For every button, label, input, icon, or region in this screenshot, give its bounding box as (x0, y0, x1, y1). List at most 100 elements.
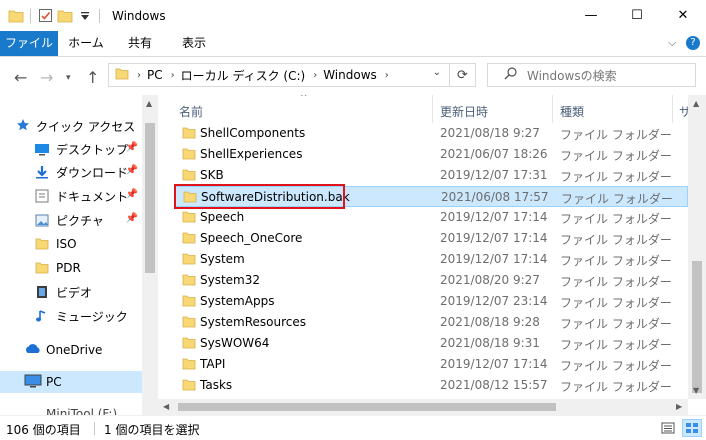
breadcrumb-separator-icon[interactable]: › (137, 70, 141, 81)
file-type: ファイル フォルダー (561, 192, 673, 206)
table-row[interactable]: Speech 2019/12/07 17:14 ファイル フォルダー (174, 207, 688, 228)
tab-view[interactable]: 表示 (170, 31, 218, 56)
status-bar: 106 個の項目 1 個の項目を選択 (0, 415, 706, 440)
table-row[interactable]: Speech_OneCore 2019/12/07 17:14 ファイル フォルダー (174, 228, 688, 249)
table-row[interactable]: System32 2021/08/20 9:27 ファイル フォルダー (174, 270, 688, 291)
close-button[interactable]: ✕ (660, 0, 706, 31)
forward-arrow-icon[interactable]: → (40, 68, 53, 87)
title-divider-2 (99, 8, 100, 23)
pin-icon[interactable]: 📌 (126, 165, 138, 176)
sidebar-item-desktop[interactable]: デスクトップ 📌 (0, 138, 142, 160)
column-type[interactable]: 種類 (560, 103, 584, 120)
download-icon (34, 165, 50, 179)
search-input[interactable]: Windowsの検索 (487, 63, 696, 87)
sidebar-item-pdr[interactable]: PDR (0, 257, 142, 279)
folder-icon (182, 169, 196, 181)
table-row[interactable]: SystemApps 2019/12/07 23:14 ファイル フォルダー (174, 291, 688, 312)
horizontal-scroll-thumb[interactable] (178, 403, 556, 411)
nav-onedrive[interactable]: OneDrive (0, 339, 142, 361)
close-icon: ✕ (677, 8, 689, 23)
expand-ribbon-icon[interactable]: ⌵ (668, 36, 676, 50)
folder-icon (182, 274, 196, 286)
breadcrumb-local-disk[interactable]: ローカル ディスク (C:) (181, 67, 306, 84)
file-date: 2021/06/07 18:26 (440, 147, 548, 161)
file-type: ファイル フォルダー (560, 170, 672, 184)
folder-icon (34, 237, 50, 251)
scroll-left-icon[interactable]: ◀ (163, 402, 169, 411)
table-row[interactable]: SKB 2019/12/07 17:31 ファイル フォルダー (174, 165, 688, 186)
tab-share[interactable]: 共有 (116, 31, 164, 56)
folder-location-icon (115, 68, 129, 83)
table-row[interactable]: ShellExperiences 2021/06/07 18:26 ファイル フォル… (174, 144, 688, 165)
breadcrumb-windows[interactable]: Windows (323, 68, 377, 82)
column-divider[interactable] (552, 95, 553, 123)
minimize-button[interactable]: — (568, 0, 614, 31)
nav-minitool[interactable]: MiniTool (F:) (0, 403, 142, 415)
sidebar-item-pictures[interactable]: ピクチャ 📌 (0, 209, 142, 231)
address-history-dropdown-icon[interactable]: ⌄ (433, 67, 441, 78)
folder-icon (182, 232, 196, 244)
help-icon[interactable]: ? (686, 36, 700, 50)
sidebar-item-music[interactable]: ミュージック (0, 305, 142, 327)
scroll-right-icon[interactable]: ▶ (676, 402, 682, 411)
table-row[interactable]: SystemResources 2021/08/18 9:28 ファイル フォルダー (174, 312, 688, 333)
pin-icon[interactable]: 📌 (126, 142, 138, 153)
nav-quick-access[interactable]: クイック アクセス (0, 115, 142, 137)
desktop-icon (34, 142, 50, 156)
scroll-up-icon[interactable]: ▲ (693, 99, 699, 108)
file-type: ファイル フォルダー (560, 254, 672, 268)
file-name: System32 (200, 273, 261, 287)
picture-icon (34, 213, 50, 227)
nav-pc[interactable]: PC (0, 371, 142, 393)
large-icons-view-button[interactable] (682, 419, 702, 437)
horizontal-scrollbar[interactable]: ◀ ▶ (158, 399, 688, 415)
breadcrumb-pc[interactable]: PC (147, 68, 163, 82)
navigation-pane: クイック アクセス デスクトップ 📌 ダウンロード 📌 ドキュメント 📌 ピクチ… (0, 95, 158, 415)
nav-label: ビデオ (56, 285, 93, 300)
column-name[interactable]: 名前 (179, 103, 203, 120)
file-name: ShellExperiences (200, 147, 303, 161)
table-row[interactable]: TAPI 2019/12/07 17:14 ファイル フォルダー (174, 354, 688, 375)
up-arrow-icon[interactable]: ↑ (86, 68, 99, 87)
table-row[interactable]: System 2019/12/07 17:14 ファイル フォルダー (174, 249, 688, 270)
sidebar-item-documents[interactable]: ドキュメント 📌 (0, 185, 142, 207)
column-divider[interactable] (672, 95, 673, 123)
tab-home[interactable]: ホーム (62, 31, 110, 56)
tab-file[interactable]: ファイル (0, 31, 58, 56)
column-divider[interactable] (432, 95, 433, 123)
breadcrumb-separator-icon[interactable]: › (171, 70, 175, 81)
vertical-scroll-thumb[interactable] (692, 261, 702, 393)
nav-scrollbar[interactable]: ▲ (142, 95, 158, 415)
column-date[interactable]: 更新日時 (440, 103, 488, 120)
vertical-scrollbar[interactable]: ▲ ▼ (688, 95, 706, 399)
quick-access-dropdown-icon[interactable] (77, 8, 93, 24)
sidebar-item-downloads[interactable]: ダウンロード 📌 (0, 161, 142, 183)
scroll-up-icon[interactable]: ▲ (146, 99, 152, 108)
maximize-button[interactable]: ☐ (614, 0, 660, 31)
nav-label: デスクトップ (56, 142, 129, 157)
folder-icon (34, 261, 50, 275)
table-row[interactable]: Tasks 2021/08/12 15:57 ファイル フォルダー (174, 375, 688, 396)
new-folder-icon[interactable] (57, 8, 73, 24)
breadcrumb-separator-icon[interactable]: › (313, 70, 317, 81)
breadcrumb-separator-icon[interactable]: › (385, 70, 389, 81)
folder-app-icon (8, 8, 24, 24)
scroll-down-icon[interactable]: ▼ (693, 386, 699, 395)
details-view-icon (661, 422, 675, 434)
pin-icon[interactable]: 📌 (126, 213, 138, 224)
details-view-button[interactable] (658, 419, 678, 437)
nav-scroll-thumb[interactable] (145, 123, 155, 273)
refresh-icon[interactable]: ⟳ (449, 64, 475, 86)
file-type: ファイル フォルダー (560, 380, 672, 394)
recent-locations-icon[interactable]: ▾ (66, 73, 71, 83)
properties-icon[interactable] (37, 8, 53, 24)
sidebar-item-videos[interactable]: ビデオ (0, 281, 142, 303)
selection-count: 1 個の項目を選択 (104, 423, 200, 437)
table-row[interactable]: ShellComponents 2021/08/18 9:27 ファイル フォルダー (174, 123, 688, 144)
pin-icon[interactable]: 📌 (126, 189, 138, 200)
table-row[interactable]: SysWOW64 2021/08/18 9:31 ファイル フォルダー (174, 333, 688, 354)
address-bar[interactable]: › PC › ローカル ディスク (C:) › Windows › ⌄ ⟳ (108, 63, 476, 87)
back-arrow-icon[interactable]: ← (14, 68, 27, 87)
sidebar-item-iso[interactable]: ISO (0, 233, 142, 255)
file-name: SKB (200, 168, 224, 182)
